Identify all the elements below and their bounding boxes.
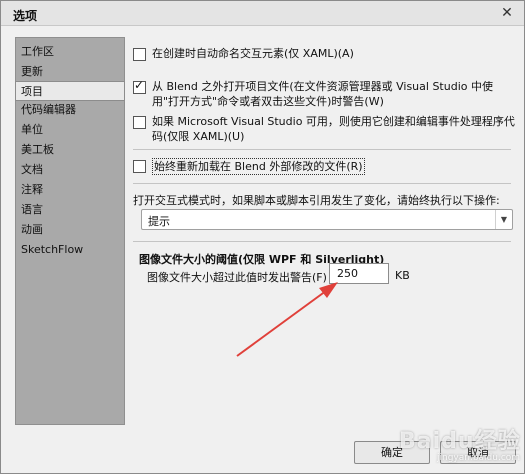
option-warn-open-outside: ✓ 从 Blend 之外打开项目文件(在文件资源管理器或 Visual Stud… [133,79,517,109]
window-title: 选项 [13,9,38,23]
separator [133,183,511,184]
vs-create-handlers-checkbox[interactable] [133,116,146,129]
sidebar-item-units[interactable]: 单位 [16,120,124,140]
separator [133,149,511,150]
chevron-down-icon: ▼ [495,210,512,229]
always-reload-checkbox[interactable] [133,160,146,173]
sidebar-item-project[interactable]: 项目 [15,81,125,101]
cancel-button[interactable]: 取消 [440,441,516,464]
image-threshold-label: 图像文件大小超过此值时发出警告(F) [147,271,327,284]
script-change-selected: 提示 [148,215,170,228]
close-icon[interactable]: ✕ [498,4,516,22]
sidebar-item-updates[interactable]: 更新 [16,62,124,82]
warn-open-outside-checkbox[interactable]: ✓ [133,78,146,94]
warn-open-outside-label: 从 Blend 之外打开项目文件(在文件资源管理器或 Visual Studio… [152,80,493,108]
image-threshold-input[interactable]: 250 [329,263,389,284]
vs-create-handlers-label: 如果 Microsoft Visual Studio 可用，则使用它创建和编辑事… [152,115,515,143]
sidebar-item-language[interactable]: 语言 [16,200,124,220]
auto-name-checkbox[interactable] [133,48,146,61]
sidebar-item-artboard[interactable]: 美工板 [16,140,124,160]
sidebar-item-sketchflow[interactable]: SketchFlow [16,240,124,260]
checkmark-icon: ✓ [134,78,145,92]
category-list: 工作区 更新 项目 代码编辑器 单位 美工板 文档 注释 语言 动画 Sketc… [15,37,125,425]
option-always-reload: 始终重新加载在 Blend 外部修改的文件(R) [133,158,517,175]
sidebar-item-animation[interactable]: 动画 [16,220,124,240]
options-dialog: 选项 ✕ 工作区 更新 项目 代码编辑器 单位 美工板 文档 注释 语言 动画 … [0,0,525,474]
auto-name-label: 在创建时自动命名交互元素(仅 XAML)(A) [152,47,354,60]
image-threshold-unit: KB [395,269,410,282]
script-change-dropdown[interactable]: 提示 ▼ [141,209,513,230]
project-settings-panel: 在创建时自动命名交互元素(仅 XAML)(A) ✓ 从 Blend 之外打开项目… [133,37,517,425]
separator [133,241,511,242]
sidebar-item-annotations[interactable]: 注释 [16,180,124,200]
ok-button[interactable]: 确定 [354,441,430,464]
option-auto-name: 在创建时自动命名交互元素(仅 XAML)(A) [133,46,517,61]
script-change-label: 打开交互式模式时，如果脚本或脚本引用发生了变化，请始终执行以下操作: [133,194,500,207]
title-bar: 选项 ✕ [1,1,524,26]
sidebar-item-documents[interactable]: 文档 [16,160,124,180]
always-reload-label: 始终重新加载在 Blend 外部修改的文件(R) [152,158,365,175]
sidebar-item-workspace[interactable]: 工作区 [16,42,124,62]
sidebar-item-code-editor[interactable]: 代码编辑器 [16,100,124,120]
option-vs-create-handlers: 如果 Microsoft Visual Studio 可用，则使用它创建和编辑事… [133,114,517,144]
